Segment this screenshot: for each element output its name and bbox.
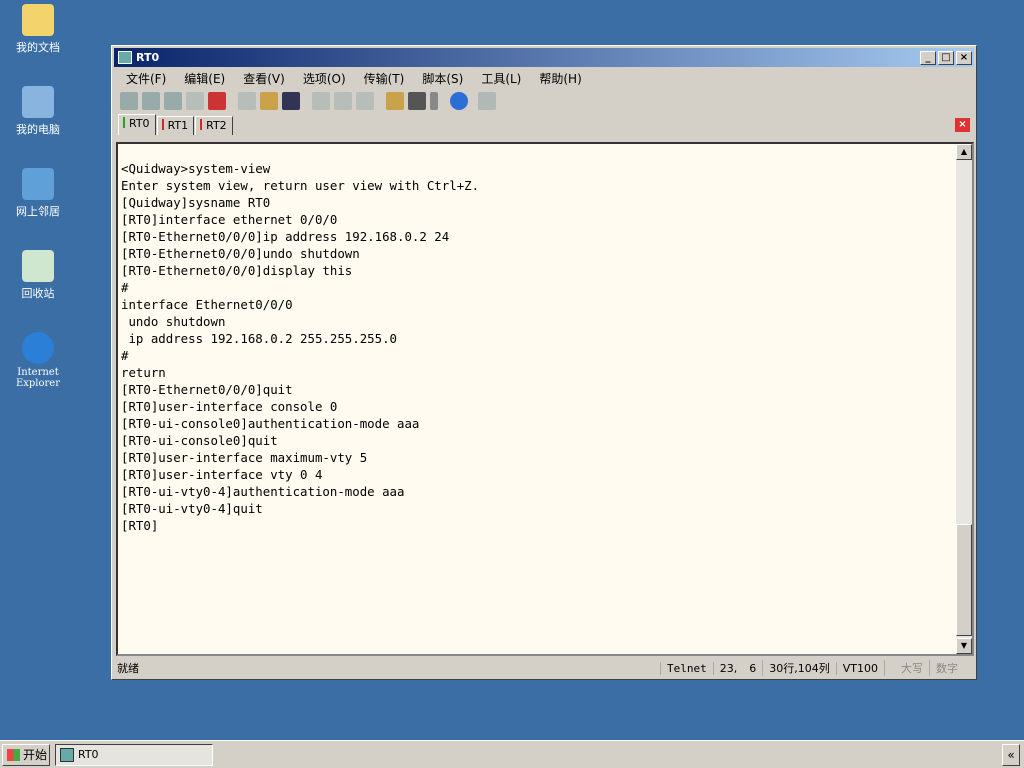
desktop-icon-my-computer[interactable]: 我的电脑 xyxy=(0,86,76,137)
map-keys-icon[interactable] xyxy=(478,92,496,110)
tab-rt2[interactable]: RT2 xyxy=(195,116,233,135)
menu-help[interactable]: 帮助(H) xyxy=(539,69,581,89)
task-label: RT0 xyxy=(78,748,99,761)
icon-label: 回收站 xyxy=(21,287,55,300)
scroll-down-button[interactable]: ▼ xyxy=(956,638,972,654)
tab-rt1[interactable]: RT1 xyxy=(156,116,195,135)
desktop-icon-my-documents[interactable]: 我的文档 xyxy=(0,4,76,55)
status-indicator xyxy=(161,119,164,130)
connect-icon[interactable] xyxy=(120,92,138,110)
title-bar[interactable]: RT0 _ □ × xyxy=(114,48,974,67)
status-caps: 大写 xyxy=(884,660,929,676)
key-icon[interactable] xyxy=(430,92,438,110)
status-cursor-col: 6 xyxy=(749,661,757,675)
app-icon xyxy=(118,51,132,64)
taskbar-item-rt0[interactable]: RT0 xyxy=(55,744,213,766)
window-title: RT0 xyxy=(136,51,160,64)
desktop-icon-network[interactable]: 网上邻居 xyxy=(0,168,76,219)
minimize-button[interactable]: _ xyxy=(920,51,936,65)
icon-label: 我的电脑 xyxy=(16,123,60,136)
close-button[interactable]: × xyxy=(956,51,972,65)
status-emulation: VT100 xyxy=(835,661,884,675)
menu-tools[interactable]: 工具(L) xyxy=(481,69,521,89)
reconnect-icon[interactable] xyxy=(186,92,204,110)
status-cursor-row: 23, xyxy=(712,661,750,675)
global-options-icon[interactable] xyxy=(408,92,426,110)
status-ready: 就绪 xyxy=(117,662,139,675)
menu-bar: 文件(F) 编辑(E) 查看(V) 选项(O) 传输(T) 脚本(S) 工具(L) 帮助(H) xyxy=(112,69,976,89)
icon-label: Internet Explorer xyxy=(15,367,61,389)
status-indicator xyxy=(200,119,203,130)
help-icon[interactable] xyxy=(450,92,468,110)
tab-label: RT2 xyxy=(206,119,227,132)
icon-label: 我的文档 xyxy=(16,41,60,54)
start-button[interactable]: 开始 xyxy=(2,744,50,766)
status-protocol: Telnet xyxy=(660,661,713,675)
tab-label: RT0 xyxy=(129,117,150,130)
maximize-button[interactable]: □ xyxy=(938,51,954,65)
status-size: 30行,104列 xyxy=(762,660,836,676)
toolbar xyxy=(112,89,976,113)
print-icon[interactable] xyxy=(312,92,330,110)
menu-file[interactable]: 文件(F) xyxy=(126,69,166,89)
vertical-scrollbar[interactable]: ▲ ▼ xyxy=(956,144,972,654)
close-tab-button[interactable]: × xyxy=(955,118,970,132)
status-num: 数字 xyxy=(929,660,976,676)
menu-script[interactable]: 脚本(S) xyxy=(422,69,463,89)
app-icon xyxy=(60,748,74,762)
paste-icon[interactable] xyxy=(260,92,278,110)
tab-label: RT1 xyxy=(167,119,189,132)
terminal-window: RT0 _ □ × 文件(F) 编辑(E) 查看(V) 选项(O) 传输(T) 脚本(S)… xyxy=(111,45,977,680)
start-label: 开始 xyxy=(23,748,48,762)
scroll-thumb[interactable] xyxy=(956,524,972,636)
terminal-text: <Quidway>system-view Enter system view, … xyxy=(121,161,480,533)
terminal-output[interactable]: <Quidway>system-view Enter system view, … xyxy=(116,142,974,656)
find-icon[interactable] xyxy=(282,92,300,110)
printer-icon[interactable] xyxy=(356,92,374,110)
print-screen-icon[interactable] xyxy=(334,92,352,110)
status-indicator xyxy=(123,117,125,128)
icon-label: 网上邻居 xyxy=(16,205,60,218)
menu-view[interactable]: 查看(V) xyxy=(243,69,285,89)
disconnect-icon[interactable] xyxy=(208,92,226,110)
windows-logo-icon xyxy=(7,749,20,761)
menu-transfer[interactable]: 传输(T) xyxy=(364,69,405,89)
connect-tab-icon[interactable] xyxy=(164,92,182,110)
tab-rt0[interactable]: RT0 xyxy=(118,114,156,135)
quick-connect-icon[interactable] xyxy=(142,92,160,110)
menu-edit[interactable]: 编辑(E) xyxy=(184,69,225,89)
taskbar: 开始 RT0 « xyxy=(0,740,1024,768)
tray-expand-button[interactable]: « xyxy=(1002,744,1020,766)
session-options-icon[interactable] xyxy=(386,92,404,110)
session-tabs: RT0 RT1 RT2 × xyxy=(112,113,976,135)
scroll-up-button[interactable]: ▲ xyxy=(956,144,972,160)
copy-icon[interactable] xyxy=(238,92,256,110)
desktop-icon-ie[interactable]: Internet Explorer xyxy=(0,332,76,389)
menu-options[interactable]: 选项(O) xyxy=(303,69,346,89)
status-bar: 就绪 Telnet 23, 6 30行,104列 VT100 大写 数字 xyxy=(112,657,976,679)
desktop-icon-recycle-bin[interactable]: 回收站 xyxy=(0,250,76,301)
